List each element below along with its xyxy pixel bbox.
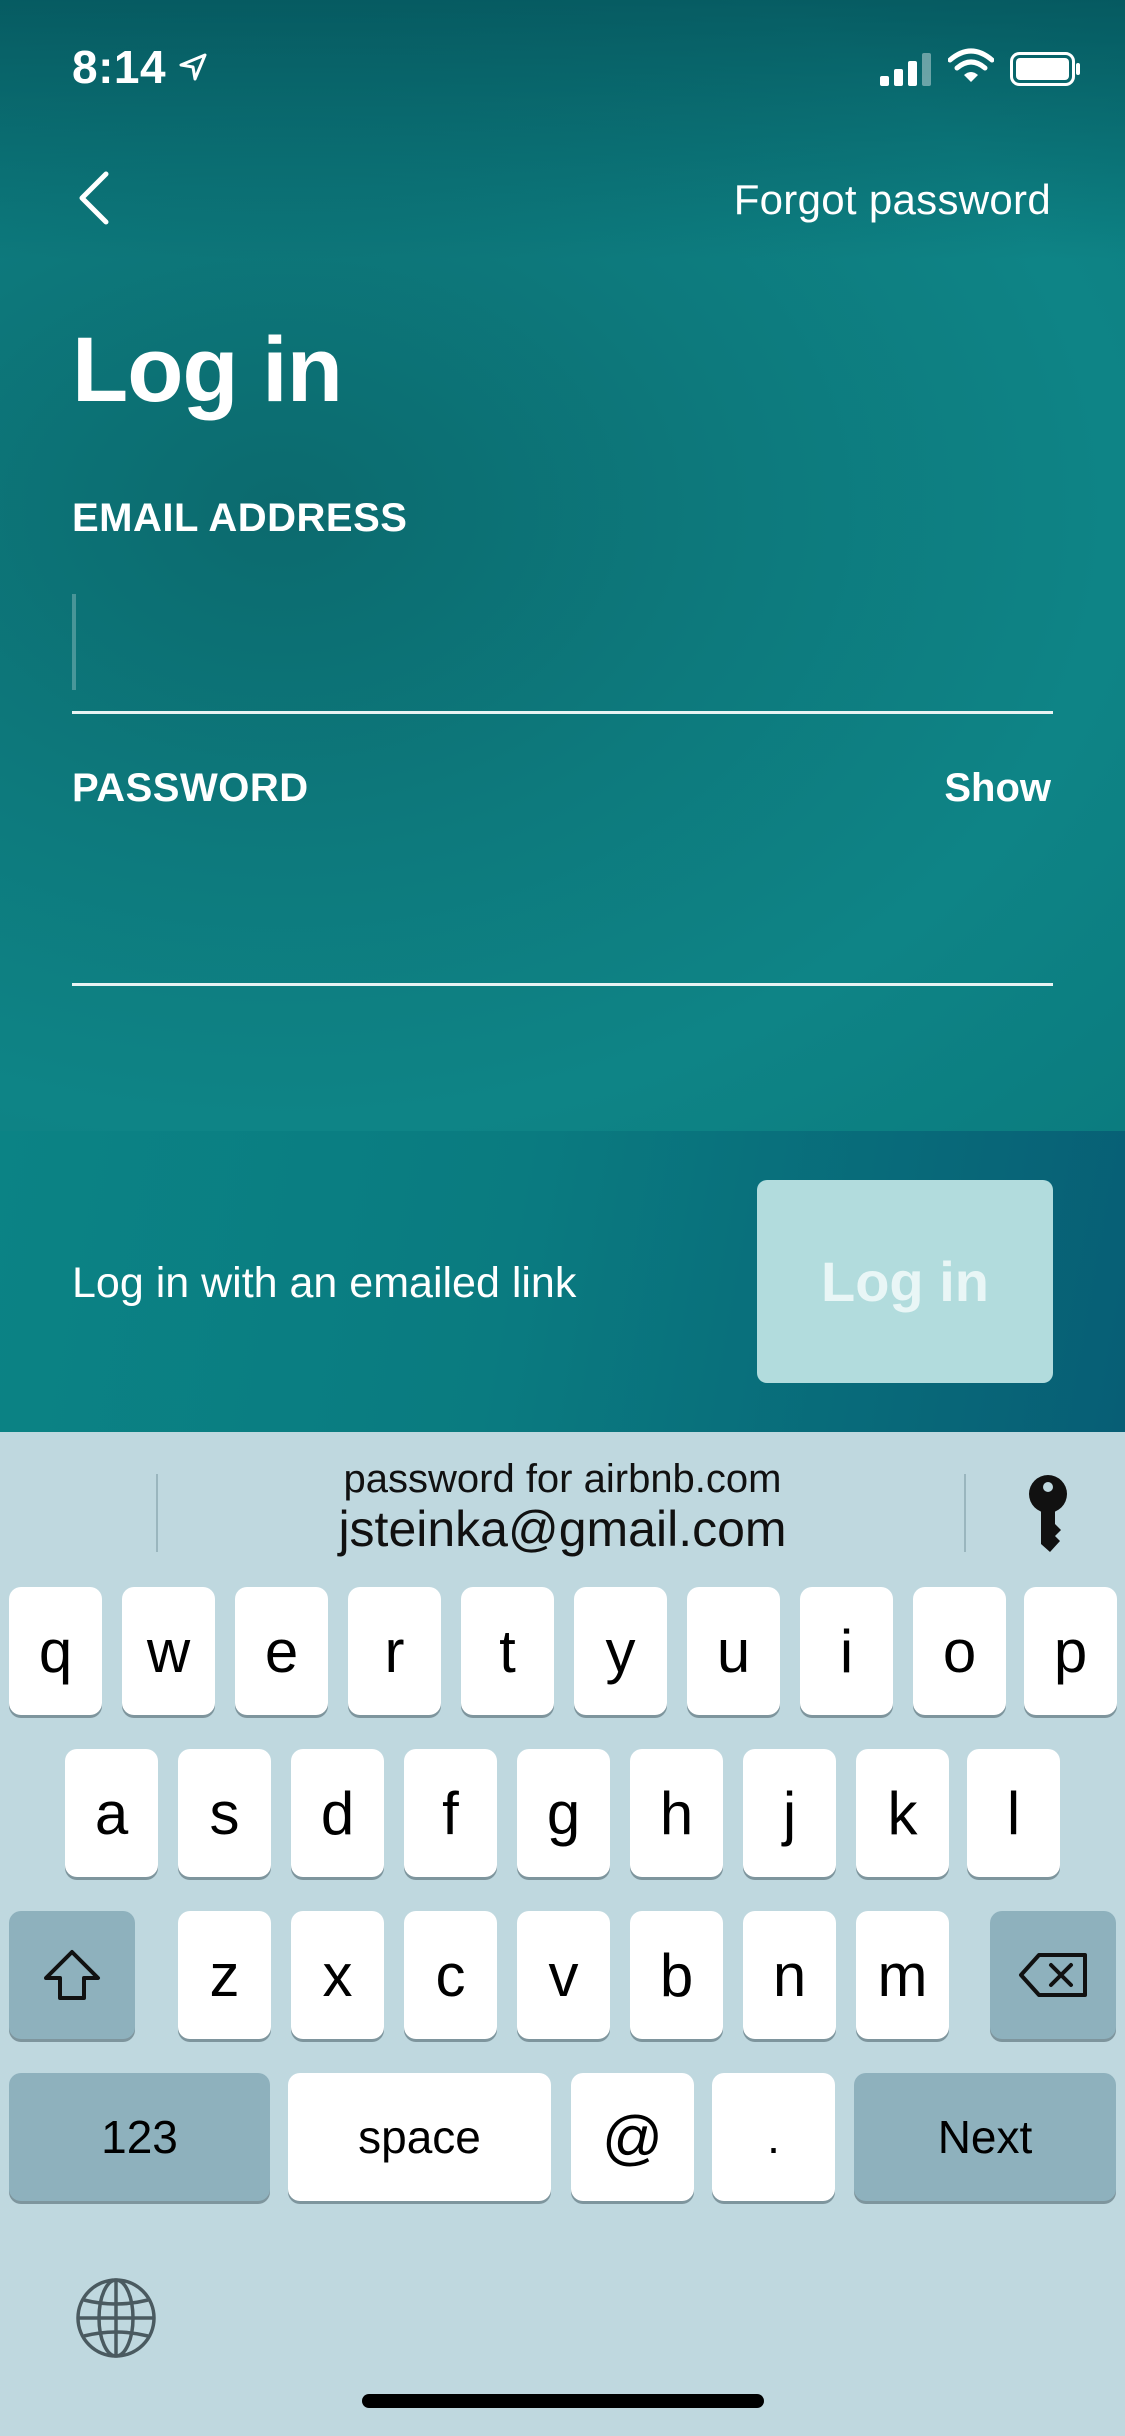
key-e[interactable]: e [235, 1587, 328, 1715]
login-button[interactable]: Log in [757, 1180, 1053, 1383]
globe-icon[interactable] [74, 2276, 158, 2360]
email-field[interactable] [72, 604, 1053, 714]
page-title: Log in [72, 319, 343, 421]
home-indicator [362, 2394, 764, 2408]
key-u[interactable]: u [687, 1587, 780, 1715]
shift-icon [44, 1950, 100, 2000]
key-r[interactable]: r [348, 1587, 441, 1715]
password-label: PASSWORD [72, 766, 309, 810]
shift-key[interactable] [9, 1911, 135, 2039]
suggestion-divider [156, 1474, 158, 1552]
numbers-key[interactable]: 123 [9, 2073, 270, 2201]
key-d[interactable]: d [291, 1749, 384, 1877]
space-key[interactable]: space [288, 2073, 551, 2201]
battery-icon [1010, 52, 1080, 86]
key-n[interactable]: n [743, 1911, 836, 2039]
key-t[interactable]: t [461, 1587, 554, 1715]
password-autofill-suggestion[interactable]: password for airbnb.com jsteinka@gmail.c… [160, 1456, 965, 1556]
backspace-icon [1019, 1953, 1087, 1997]
location-arrow-icon [179, 53, 207, 81]
status-time: 8:14 [72, 41, 167, 93]
key-l[interactable]: l [967, 1749, 1060, 1877]
key-m[interactable]: m [856, 1911, 949, 2039]
at-key[interactable]: @ [571, 2073, 694, 2201]
wifi-icon [948, 48, 994, 82]
suggestion-subtitle: password for airbnb.com [343, 1457, 782, 1501]
password-field[interactable] [72, 876, 1053, 986]
key-s[interactable]: s [178, 1749, 271, 1877]
key-a[interactable]: a [65, 1749, 158, 1877]
key-g[interactable]: g [517, 1749, 610, 1877]
key-h[interactable]: h [630, 1749, 723, 1877]
key-f[interactable]: f [404, 1749, 497, 1877]
key-x[interactable]: x [291, 1911, 384, 2039]
emailed-link-login[interactable]: Log in with an emailed link [72, 1259, 576, 1308]
key-w[interactable]: w [122, 1587, 215, 1715]
login-screen: 8:14 Forgot password Log in EMAIL ADDRES… [0, 0, 1125, 1131]
back-chevron-icon[interactable] [68, 168, 124, 228]
key-icon[interactable] [1024, 1474, 1072, 1554]
key-p[interactable]: p [1024, 1587, 1117, 1715]
key-b[interactable]: b [630, 1911, 723, 2039]
next-key[interactable]: Next [854, 2073, 1116, 2201]
cellular-signal-icon [880, 53, 931, 86]
show-password-toggle[interactable]: Show [944, 766, 1051, 811]
forgot-password-link[interactable]: Forgot password [734, 176, 1051, 224]
key-q[interactable]: q [9, 1587, 102, 1715]
key-y[interactable]: y [574, 1587, 667, 1715]
key-j[interactable]: j [743, 1749, 836, 1877]
key-o[interactable]: o [913, 1587, 1006, 1715]
status-bar: 8:14 [0, 0, 1125, 135]
key-k[interactable]: k [856, 1749, 949, 1877]
key-c[interactable]: c [404, 1911, 497, 2039]
key-v[interactable]: v [517, 1911, 610, 2039]
suggestion-divider [964, 1474, 966, 1552]
key-z[interactable]: z [178, 1911, 271, 2039]
key-i[interactable]: i [800, 1587, 893, 1715]
email-label: EMAIL ADDRESS [72, 496, 408, 540]
dot-key[interactable]: . [712, 2073, 835, 2201]
password-suggestion-bar: password for airbnb.com jsteinka@gmail.c… [0, 1432, 1125, 1582]
backspace-key[interactable] [990, 1911, 1116, 2039]
suggestion-email: jsteinka@gmail.com [338, 1501, 787, 1557]
